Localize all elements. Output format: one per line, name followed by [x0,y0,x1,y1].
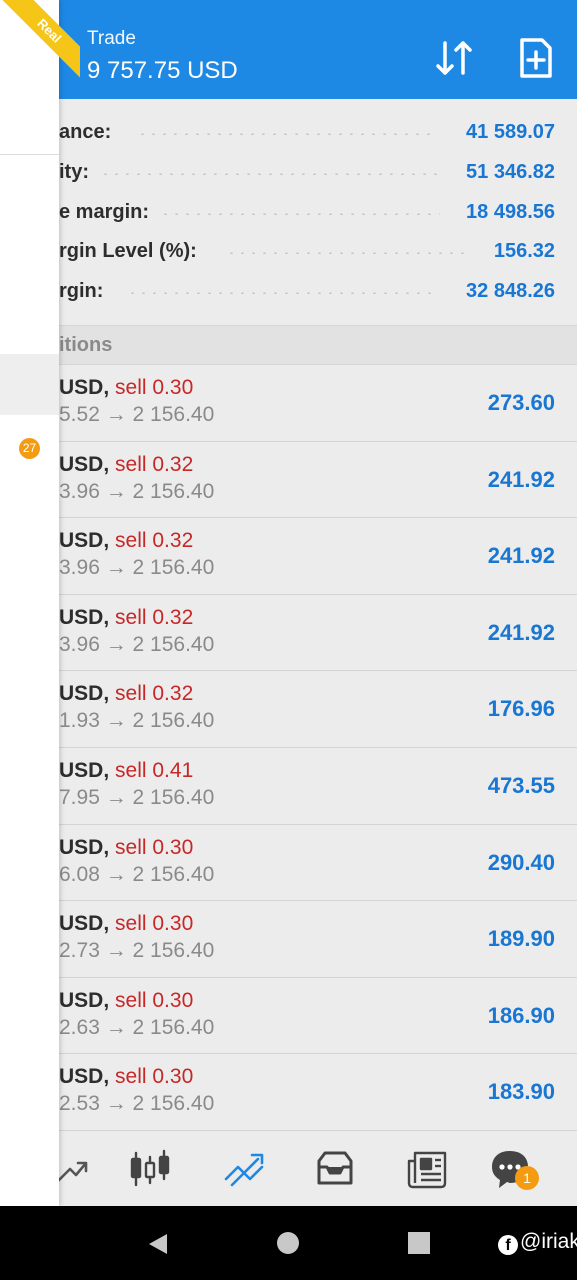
summary-row-equity: ity: 51 346.82 [0,153,577,193]
divider [0,154,59,155]
position-side: sell 0.30 [115,988,194,1012]
candlesticks-icon[interactable] [128,1147,172,1191]
position-row[interactable]: USD, sell 0.30 6.08 → 2 156.40 290.40 [0,824,577,902]
new-order-icon[interactable] [516,36,556,80]
position-prices: 2.73 → 2 156.40 [59,939,215,963]
summary-row-free-margin: e margin: 18 498.56 [0,193,577,233]
summary-value: 41 589.07 [466,121,555,143]
back-icon[interactable] [147,1232,169,1256]
position-symbol: USD, [59,605,110,629]
inbox-icon[interactable] [313,1147,357,1191]
position-side: sell 0.32 [115,605,194,629]
chat-badge: 1 [515,1166,539,1190]
position-profit: 273.60 [487,390,555,415]
watermark-text: @iriak [520,1230,577,1253]
summary-row-margin: rgin: 32 848.26 [0,272,577,312]
position-side: sell 0.30 [115,1065,194,1089]
position-profit: 183.90 [487,1079,555,1105]
position-symbol: USD, [59,912,110,936]
watermark: f @iriak [498,1230,577,1255]
dotted-leader [100,173,440,175]
account-type-ribbon: Real [0,0,80,80]
position-row[interactable]: USD, sell 0.32 3.96 → 2 156.40 241.92 [0,518,577,595]
drawer-selected-item[interactable] [0,354,59,415]
system-navigation-bar: f @iriak [0,1206,577,1280]
position-prices: 1.93 → 2 156.40 [59,709,215,733]
dotted-leader [160,213,440,215]
ribbon-label: Real [2,0,80,78]
position-row[interactable]: USD, sell 0.30 2.53 → 2 156.40 183.90 [0,1054,577,1131]
position-prices: 2.63 → 2 156.40 [59,1015,215,1039]
position-profit: 241.92 [487,619,555,645]
header-title: Trade [87,28,136,49]
position-symbol: USD, [59,529,110,553]
position-profit: 290.40 [487,849,555,875]
position-prices: 3.96 → 2 156.40 [59,556,215,580]
position-prices: 3.96 → 2 156.40 [59,632,215,656]
summary-value: 18 498.56 [466,201,555,223]
position-row[interactable]: USD, sell 0.41 7.95 → 2 156.40 473.55 [0,747,577,825]
position-row[interactable]: USD, sell 0.32 3.96 → 2 156.40 241.92 [0,594,577,672]
position-profit: 473.55 [487,772,555,798]
position-prices: 3.96 → 2 156.40 [59,479,215,503]
summary-label: ity: [59,161,89,183]
position-row[interactable]: USD, sell 0.32 3.96 → 2 156.40 241.92 [0,441,577,519]
dotted-leader [137,133,437,135]
position-side: sell 0.32 [115,452,194,476]
position-profit: 189.90 [487,926,555,952]
section-title: itions [59,334,113,356]
position-symbol: USD, [59,376,110,399]
recent-apps-icon[interactable] [408,1232,430,1254]
position-side: sell 0.32 [115,529,194,553]
header-balance: 9 757.75 USD [87,57,238,84]
position-profit: 176.96 [487,696,555,722]
position-row[interactable]: USD, sell 0.32 1.93 → 2 156.40 176.96 [0,671,577,748]
trade-icon[interactable] [222,1147,266,1191]
position-symbol: USD, [59,988,110,1012]
position-prices: 7.95 → 2 156.40 [59,785,215,809]
position-profit: 241.92 [487,543,555,569]
position-side: sell 0.30 [115,376,194,399]
position-row[interactable]: USD, sell 0.30 2.73 → 2 156.40 189.90 [0,901,577,978]
dotted-leader [226,252,471,254]
position-symbol: USD, [59,452,110,476]
position-row[interactable]: USD, sell 0.30 5.52 → 2 156.40 273.60 [0,365,577,442]
sort-icon[interactable] [434,38,474,78]
drawer-count-badge: 27 [19,438,40,459]
news-icon[interactable] [405,1147,449,1191]
position-symbol: USD, [59,682,110,706]
side-drawer[interactable]: Real 27 [0,0,80,1206]
position-profit: 186.90 [487,1002,555,1028]
home-icon[interactable] [277,1232,299,1254]
positions-section-header: itions [0,325,577,365]
summary-label: rgin: [59,280,104,302]
position-symbol: USD, [59,835,110,859]
summary-row-balance: ance: 41 589.07 [0,113,577,153]
summary-label: rgin Level (%): [59,240,197,262]
summary-row-margin-level: rgin Level (%): 156.32 [0,232,577,272]
position-symbol: USD, [59,758,110,782]
position-prices: 6.08 → 2 156.40 [59,862,215,886]
account-summary: ance: 41 589.07 ity: 51 346.82 e margin:… [0,99,577,325]
facebook-icon: f [498,1235,518,1255]
dotted-leader [127,292,437,294]
summary-value: 51 346.82 [466,161,555,183]
position-side: sell 0.32 [115,682,194,706]
position-row[interactable]: USD, sell 0.30 2.63 → 2 156.40 186.90 [0,977,577,1055]
position-side: sell 0.30 [115,835,194,859]
summary-label: e margin: [59,201,150,223]
bottom-navigation [0,1130,577,1206]
position-profit: 241.92 [487,466,555,492]
app-header: Trade 9 757.75 USD [0,0,577,99]
summary-value: 156.32 [493,240,555,262]
position-side: sell 0.41 [115,758,194,782]
summary-label: ance: [59,121,112,143]
summary-value: 32 848.26 [466,280,555,302]
position-prices: 5.52 → 2 156.40 [59,403,215,426]
positions-list: USD, sell 0.30 5.52 → 2 156.40 273.60 US… [0,365,577,1131]
position-side: sell 0.30 [115,912,194,936]
position-prices: 2.53 → 2 156.40 [59,1092,215,1116]
position-symbol: USD, [59,1065,110,1089]
